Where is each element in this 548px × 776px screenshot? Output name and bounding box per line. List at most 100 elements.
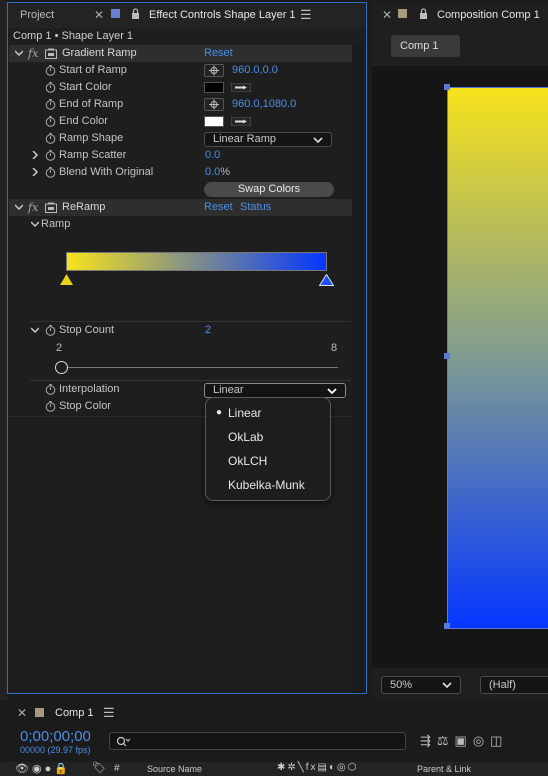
fx-icon[interactable]: fx: [28, 45, 38, 62]
crosshair-icon[interactable]: [204, 64, 224, 77]
menu-item-linear[interactable]: ● Linear: [206, 401, 330, 425]
stopwatch-icon[interactable]: [45, 401, 56, 412]
effect-controls-tab-icon: [111, 9, 120, 18]
property-label: Interpolation: [59, 383, 120, 395]
layer-handle[interactable]: [444, 353, 450, 359]
timeline-toolbar-icons[interactable]: ⇶⚖▣◎◫: [420, 733, 508, 749]
stopwatch-icon[interactable]: [45, 65, 56, 76]
resolution-dropdown[interactable]: (Half): [480, 676, 548, 694]
left-panel-scrollbar[interactable]: [352, 45, 364, 693]
menu-item-kubelka-munk[interactable]: Kubelka-Munk: [206, 473, 330, 497]
zoom-dropdown[interactable]: 50%: [381, 676, 461, 694]
stopwatch-icon[interactable]: [45, 384, 56, 395]
stop-count-slider-thumb[interactable]: [55, 361, 68, 374]
effect-header-gradient-ramp[interactable]: fx Gradient Ramp Reset: [9, 45, 352, 62]
property-blend-with-original: Blend With Original 0.0%: [9, 164, 352, 181]
layer-path: Comp 1 • Shape Layer 1: [13, 30, 134, 42]
color-stop-start[interactable]: [60, 274, 73, 285]
color-stop-end[interactable]: [319, 274, 334, 286]
blend-value-group[interactable]: 0.0%: [205, 164, 230, 181]
property-start-color: Start Color: [9, 79, 352, 96]
chevron-down-icon[interactable]: [15, 49, 23, 57]
chevron-down-icon: [327, 388, 337, 395]
tab-effect-controls[interactable]: Effect Controls Shape Layer 1: [149, 2, 296, 28]
chevron-right-icon[interactable]: [31, 151, 39, 159]
ramp-label: Ramp: [41, 218, 71, 230]
color-swatch[interactable]: [204, 116, 224, 127]
stopwatch-icon[interactable]: [45, 116, 56, 127]
slider-min-label: 2: [56, 342, 63, 354]
eyedropper-icon[interactable]: [231, 83, 251, 92]
lock-icon[interactable]: [419, 8, 428, 19]
reset-link[interactable]: Reset: [204, 199, 233, 216]
close-icon[interactable]: ✕: [94, 8, 104, 22]
source-name-header[interactable]: Source Name: [147, 764, 202, 774]
tab-project[interactable]: Project: [20, 2, 54, 28]
layer-handle[interactable]: [444, 623, 450, 629]
ramp-shape-value: Linear Ramp: [213, 133, 276, 145]
fx-icon[interactable]: fx: [28, 199, 38, 216]
property-stop-count: Stop Count 2: [9, 322, 352, 339]
property-label: Stop Count: [59, 324, 115, 336]
effect-header-reramp[interactable]: fx ReRamp Reset Status: [9, 199, 352, 216]
crosshair-icon[interactable]: [204, 98, 224, 111]
chevron-right-icon[interactable]: [31, 168, 39, 176]
menu-item-oklab[interactable]: OkLab: [206, 425, 330, 449]
property-ramp-scatter: Ramp Scatter 0.0: [9, 147, 352, 164]
tab-timeline[interactable]: Comp 1: [55, 707, 94, 719]
parent-link-header[interactable]: Parent & Link: [417, 764, 471, 774]
timeline-tab-icon: [35, 708, 44, 717]
stop-count-slider-track[interactable]: [62, 367, 338, 368]
background-panel-edge: [0, 0, 7, 700]
label-icon: 🏷: [92, 762, 106, 774]
interpolation-value: Linear: [213, 384, 244, 396]
panel-menu-icon[interactable]: ☰: [103, 705, 115, 721]
property-value[interactable]: 0.0: [205, 147, 220, 164]
close-icon[interactable]: ✕: [382, 8, 392, 22]
property-label: Ramp Scatter: [59, 149, 127, 161]
chevron-down-icon[interactable]: [15, 203, 23, 211]
panel-menu-icon[interactable]: ☰: [300, 7, 312, 23]
hash-column: #: [114, 763, 120, 774]
swap-colors-button[interactable]: Swap Colors: [204, 182, 334, 197]
interpolation-dropdown[interactable]: Linear: [204, 383, 346, 398]
switches-icons: ✱✲╲fx▤◐◎⬡: [277, 762, 359, 773]
stopwatch-icon[interactable]: [45, 99, 56, 110]
comp-layer-gradient[interactable]: [447, 87, 548, 629]
menu-item-label: OkLCH: [228, 454, 268, 468]
chevron-down-icon[interactable]: [31, 326, 39, 334]
timecode[interactable]: 0;00;00;00: [20, 728, 91, 745]
menu-item-label: Kubelka-Munk: [228, 478, 305, 492]
layer-handle[interactable]: [444, 84, 450, 90]
property-label: End Color: [59, 115, 108, 127]
chevron-down-icon[interactable]: [31, 220, 39, 228]
property-value[interactable]: 0.0: [205, 166, 220, 178]
effect-name: ReRamp: [62, 201, 106, 213]
ramp-shape-dropdown[interactable]: Linear Ramp: [204, 132, 332, 147]
property-value[interactable]: 960.0,1080.0: [232, 96, 296, 113]
ramp-gradient-bar[interactable]: [66, 252, 327, 271]
stopwatch-icon[interactable]: [45, 167, 56, 178]
property-end-of-ramp: End of Ramp 960.0,1080.0: [9, 96, 352, 113]
eyedropper-icon[interactable]: [231, 117, 251, 126]
lock-icon[interactable]: [131, 8, 140, 19]
effect-preset-icon: [45, 48, 57, 59]
property-value[interactable]: 960.0,0.0: [232, 62, 278, 79]
resolution-value: (Half): [489, 679, 516, 691]
menu-item-oklch[interactable]: OkLCH: [206, 449, 330, 473]
close-icon[interactable]: ✕: [17, 706, 27, 720]
timeline-search-input[interactable]: [109, 732, 406, 750]
property-label: Start of Ramp: [59, 64, 127, 76]
composition-tab-icon: [398, 9, 407, 18]
stopwatch-icon[interactable]: [45, 82, 56, 93]
menu-item-label: Linear: [228, 406, 262, 420]
stopwatch-icon[interactable]: [45, 133, 56, 144]
reset-link[interactable]: Reset: [204, 45, 233, 62]
stopwatch-icon[interactable]: [45, 150, 56, 161]
color-swatch[interactable]: [204, 82, 224, 93]
tab-composition[interactable]: Composition Comp 1: [437, 2, 540, 28]
comp-breadcrumb-button[interactable]: Comp 1: [391, 35, 460, 57]
property-value[interactable]: 2: [205, 322, 211, 339]
stopwatch-icon[interactable]: [45, 325, 56, 336]
status-link[interactable]: Status: [240, 199, 271, 216]
